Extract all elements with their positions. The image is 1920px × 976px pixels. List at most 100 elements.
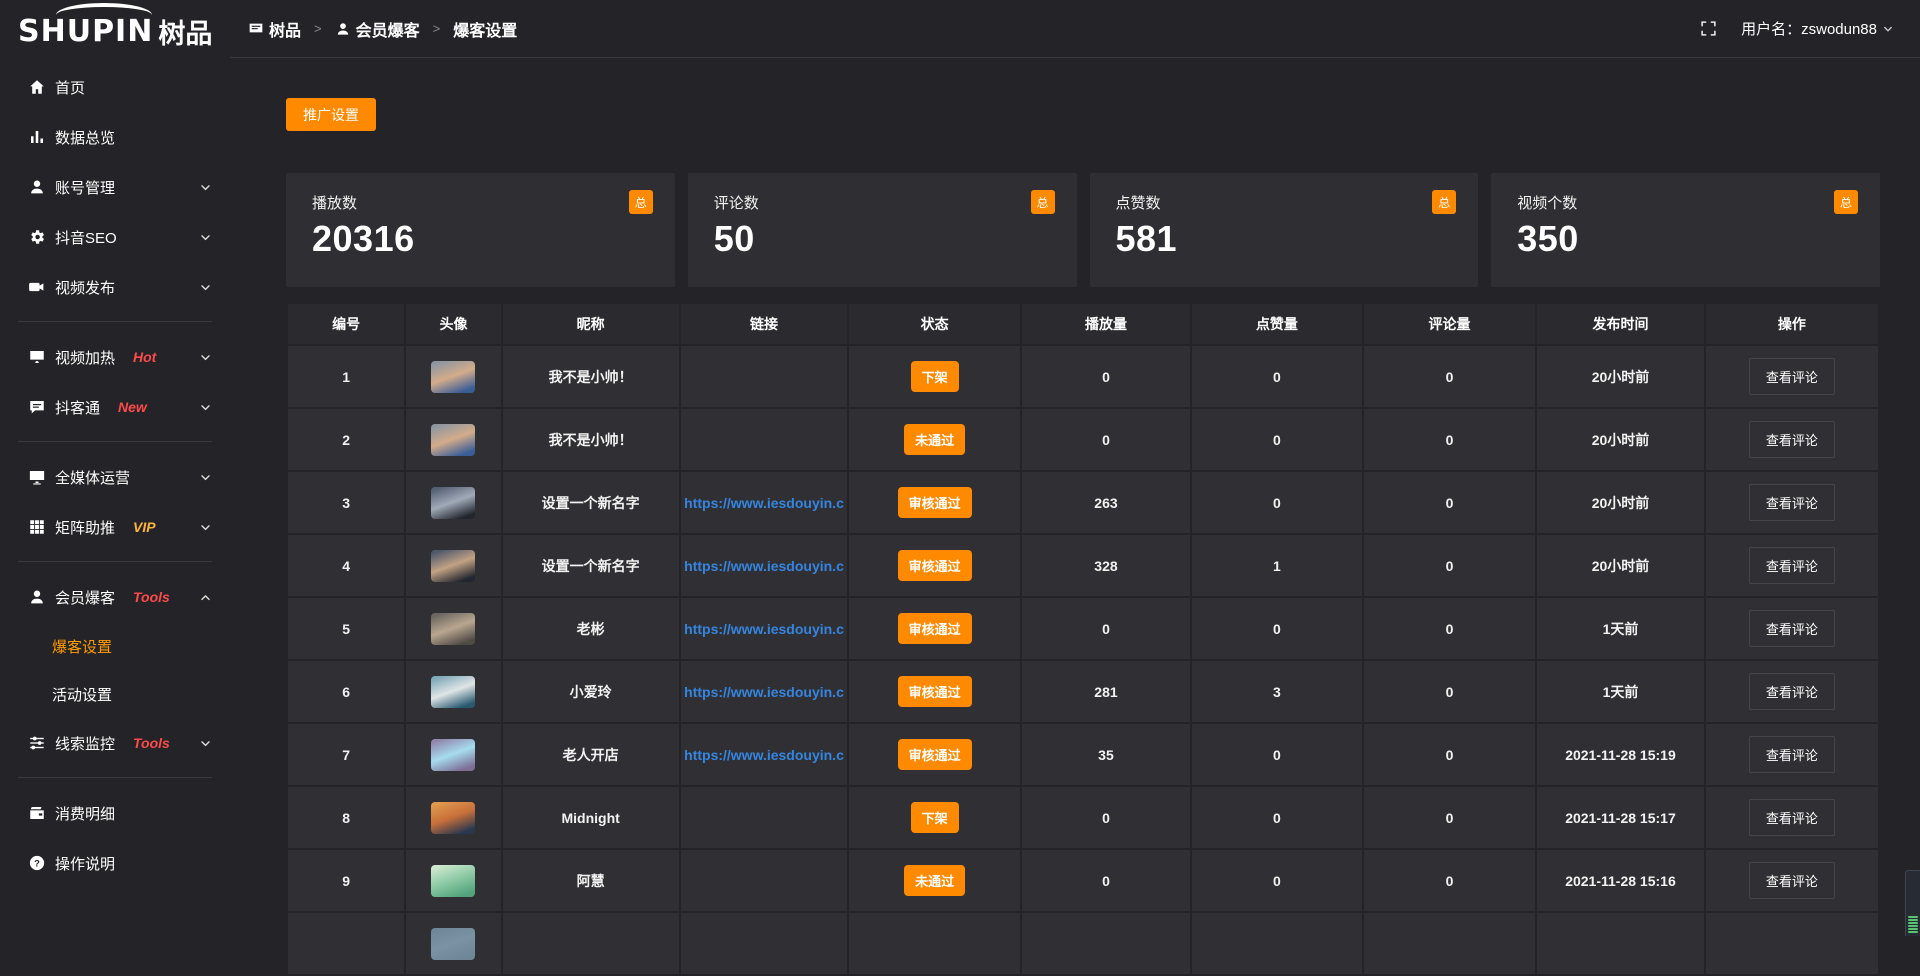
cell-plays: 0 bbox=[1022, 850, 1190, 911]
brand-logo[interactable]: SHUPIN 树品 bbox=[0, 0, 230, 62]
stat-card-label: 播放数 bbox=[312, 192, 357, 213]
sidebar-item-label: 会员爆客 bbox=[55, 587, 115, 608]
cell-status: 下架 bbox=[849, 787, 1020, 848]
sidebar-divider bbox=[18, 441, 212, 442]
cell-action: 查看评论 bbox=[1706, 598, 1878, 659]
sidebar-subitem-activity-settings[interactable]: 活动设置 bbox=[0, 670, 230, 718]
breadcrumb: 树品>会员爆客>爆客设置 bbox=[248, 17, 517, 41]
video-link[interactable]: https://www.iesdouyin.c bbox=[684, 621, 844, 637]
cell-time: 2021-11-28 15:16 bbox=[1537, 850, 1704, 911]
widget-bars bbox=[1908, 916, 1918, 933]
breadcrumb-item-shupin[interactable]: 树品 bbox=[248, 17, 301, 41]
home-icon bbox=[28, 78, 46, 96]
cell-status: 审核通过 bbox=[849, 598, 1020, 659]
cell-comments: 0 bbox=[1364, 472, 1535, 533]
cell-nickname: 设置一个新名字 bbox=[503, 472, 679, 533]
video-link[interactable]: https://www.iesdouyin.c bbox=[684, 558, 844, 574]
view-comments-button[interactable]: 查看评论 bbox=[1749, 673, 1835, 710]
sidebar-item-douyin-seo[interactable]: 抖音SEO bbox=[0, 212, 230, 262]
video-link[interactable]: https://www.iesdouyin.c bbox=[684, 684, 844, 700]
sidebar-item-matrix-boost[interactable]: 矩阵助推VIP bbox=[0, 502, 230, 552]
total-badge: 总 bbox=[1031, 190, 1055, 214]
grid-icon bbox=[28, 518, 46, 536]
cell-time: 20小时前 bbox=[1537, 409, 1704, 470]
sidebar-item-video-heating[interactable]: 视频加热Hot bbox=[0, 332, 230, 382]
cell-likes: 0 bbox=[1192, 598, 1362, 659]
sidebar-subitem-baoke-settings[interactable]: 爆客设置 bbox=[0, 622, 230, 670]
sidebar-item-badge: Tools bbox=[133, 589, 170, 605]
avatar bbox=[431, 613, 475, 645]
sidebar-item-label: 账号管理 bbox=[55, 177, 115, 198]
status-badge: 审核通过 bbox=[898, 676, 972, 707]
monitor-icon bbox=[28, 468, 46, 486]
table-header-row: 编号头像昵称链接状态播放量点赞量评论量发布时间操作 bbox=[288, 304, 1878, 344]
breadcrumb-separator: > bbox=[314, 21, 322, 36]
sidebar-item-label: 线索监控 bbox=[55, 733, 115, 754]
view-comments-button[interactable]: 查看评论 bbox=[1749, 484, 1835, 521]
fullscreen-icon[interactable] bbox=[1700, 20, 1717, 37]
floating-widget[interactable] bbox=[1905, 870, 1920, 936]
sidebar-item-clue-monitor[interactable]: 线索监控Tools bbox=[0, 718, 230, 768]
cell-comments: 0 bbox=[1364, 787, 1535, 848]
view-comments-button[interactable]: 查看评论 bbox=[1749, 547, 1835, 584]
cell-action bbox=[1706, 913, 1878, 974]
view-comments-button[interactable]: 查看评论 bbox=[1749, 736, 1835, 773]
stat-card: 评论数总50 bbox=[688, 173, 1077, 287]
cell-nickname: 小爱玲 bbox=[503, 661, 679, 722]
total-badge: 总 bbox=[1834, 190, 1858, 214]
column-header-plays: 播放量 bbox=[1022, 304, 1190, 344]
view-comments-button[interactable]: 查看评论 bbox=[1749, 799, 1835, 836]
video-link[interactable]: https://www.iesdouyin.c bbox=[684, 495, 844, 511]
cell-likes: 0 bbox=[1192, 346, 1362, 407]
cell-no: 7 bbox=[288, 724, 404, 785]
cell-nickname: 我不是小帅！ bbox=[503, 346, 679, 407]
sidebar-item-label: 视频发布 bbox=[55, 277, 115, 298]
sidebar-item-video-publish[interactable]: 视频发布 bbox=[0, 262, 230, 312]
view-comments-button[interactable]: 查看评论 bbox=[1749, 421, 1835, 458]
sidebar-item-member-baoke[interactable]: 会员爆客 Tools bbox=[0, 572, 230, 622]
stat-cards: 播放数总20316评论数总50点赞数总581视频个数总350 bbox=[286, 173, 1880, 287]
view-comments-button[interactable]: 查看评论 bbox=[1749, 862, 1835, 899]
stat-card: 视频个数 总 350 bbox=[1491, 173, 1880, 287]
chevron-down-icon bbox=[199, 181, 212, 194]
cell-avatar bbox=[406, 409, 500, 470]
sidebar-item-all-media[interactable]: 全媒体运营 bbox=[0, 452, 230, 502]
stat-card-label: 点赞数 bbox=[1116, 192, 1161, 213]
stat-card: 点赞数总581 bbox=[1090, 173, 1479, 287]
sidebar-item-douketong[interactable]: 抖客通New bbox=[0, 382, 230, 432]
cell-status: 未通过 bbox=[849, 850, 1020, 911]
data-table: 编号头像昵称链接状态播放量点赞量评论量发布时间操作 1我不是小帅！下架00020… bbox=[286, 302, 1880, 976]
view-comments-button[interactable]: 查看评论 bbox=[1749, 358, 1835, 395]
cell-avatar bbox=[406, 724, 500, 785]
breadcrumb-item-baoke[interactable]: 爆客设置 bbox=[453, 17, 517, 41]
username-value: zswodun88 bbox=[1801, 21, 1877, 38]
cell-link: https://www.iesdouyin.c bbox=[681, 661, 848, 722]
promo-settings-button[interactable]: 推广设置 bbox=[286, 98, 376, 131]
cell-nickname: 老彬 bbox=[503, 598, 679, 659]
table-row: 5老彬https://www.iesdouyin.c审核通过0001天前查看评论 bbox=[288, 598, 1878, 659]
column-header-comments: 评论量 bbox=[1364, 304, 1535, 344]
cell-action: 查看评论 bbox=[1706, 661, 1878, 722]
stat-card-value: 581 bbox=[1116, 218, 1457, 260]
breadcrumb-item-member[interactable]: 会员爆客 bbox=[335, 17, 420, 41]
video-link[interactable]: https://www.iesdouyin.c bbox=[684, 747, 844, 763]
cell-action: 查看评论 bbox=[1706, 472, 1878, 533]
stat-card-label: 视频个数 bbox=[1517, 192, 1577, 213]
sidebar-item-account[interactable]: 账号管理 bbox=[0, 162, 230, 212]
sidebar-item-label: 全媒体运营 bbox=[55, 467, 130, 488]
stat-card-header: 播放数总 bbox=[312, 190, 653, 214]
status-badge: 下架 bbox=[911, 361, 959, 392]
sidebar-item-home[interactable]: 首页 bbox=[0, 62, 230, 112]
sidebar-item-consume-detail[interactable]: 消费明细 bbox=[0, 788, 230, 838]
cell-plays bbox=[1022, 913, 1190, 974]
sidebar-item-label: 首页 bbox=[55, 77, 85, 98]
chevron-down-icon[interactable] bbox=[1882, 23, 1894, 35]
sidebar-item-help[interactable]: ?操作说明 bbox=[0, 838, 230, 888]
widget-bar bbox=[1908, 925, 1918, 927]
sidebar-item-data-overview[interactable]: 数据总览 bbox=[0, 112, 230, 162]
stat-card-value: 350 bbox=[1517, 218, 1858, 260]
widget-bar bbox=[1908, 916, 1918, 918]
username[interactable]: 用户名：zswodun88 bbox=[1741, 18, 1877, 39]
status-badge: 未通过 bbox=[904, 424, 965, 455]
view-comments-button[interactable]: 查看评论 bbox=[1749, 610, 1835, 647]
